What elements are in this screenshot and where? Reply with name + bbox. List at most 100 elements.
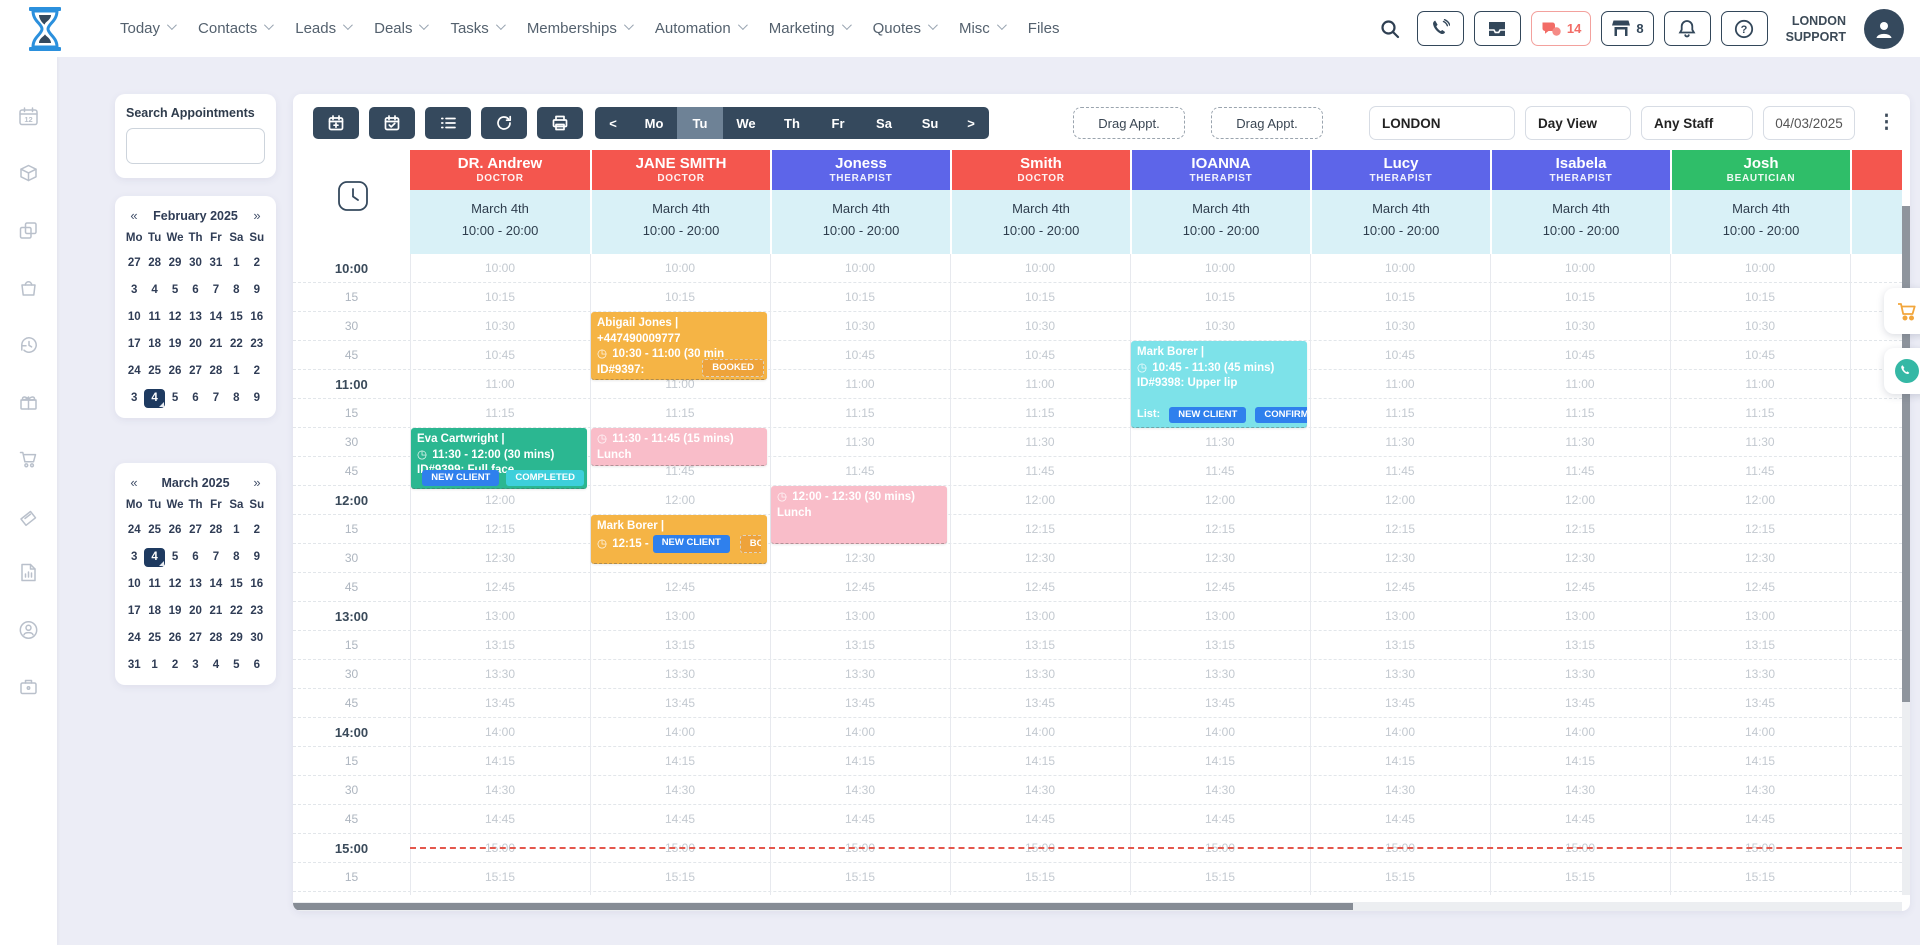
cell-time-label[interactable]: 14:45 (590, 805, 770, 834)
date-cell[interactable]: 15 (226, 575, 246, 594)
date-cell[interactable]: 26 (165, 629, 185, 648)
cell-time-label[interactable]: 10:00 (770, 254, 950, 283)
cell-time-label[interactable]: 15:15 (1310, 863, 1490, 892)
prev-month-button[interactable]: « (124, 208, 144, 223)
cell-time-label[interactable]: 13:00 (1490, 602, 1670, 631)
date-cell[interactable]: 31 (124, 656, 144, 675)
date-cell[interactable]: 6 (185, 548, 205, 567)
staff-hours-label[interactable]: 10:00 - 20:00 (1492, 223, 1670, 238)
cell-time-label[interactable]: 10:30 (1130, 312, 1310, 341)
cell-time-label[interactable]: 11:30 (1130, 428, 1310, 457)
cell-time-label[interactable]: 14:15 (1310, 747, 1490, 776)
cell-time-label[interactable]: 14:00 (1130, 718, 1310, 747)
date-cell[interactable]: 6 (185, 281, 205, 300)
date-cell[interactable]: 21 (206, 602, 226, 621)
cell-time-label[interactable]: 13:30 (1130, 660, 1310, 689)
cell-time-label[interactable]: 10:00 (590, 254, 770, 283)
cell-time-label[interactable]: 10:45 (410, 341, 590, 370)
badge-booked[interactable]: BOOKED (702, 359, 764, 377)
cell-time-label[interactable]: 13:00 (1130, 602, 1310, 631)
cell-time-label[interactable]: 12:30 (1310, 544, 1490, 573)
cell-time-label[interactable]: 12:45 (1490, 573, 1670, 602)
cell-time-label[interactable]: 11:45 (1130, 457, 1310, 486)
staff-hours-label[interactable]: 10:00 - 20:00 (410, 223, 590, 238)
prev-month-button[interactable]: « (124, 475, 144, 490)
day-tab-sa[interactable]: Sa (861, 107, 907, 139)
selected-date-cell[interactable]: 4 (144, 389, 164, 408)
date-cell[interactable]: 2 (247, 254, 267, 273)
date-cell[interactable]: 1 (226, 362, 246, 381)
cell-time-label[interactable]: 10:45 (770, 341, 950, 370)
cell-time-label[interactable]: 14:30 (590, 776, 770, 805)
view-select[interactable]: Day View (1525, 106, 1631, 140)
cell-time-label[interactable]: 13:15 (590, 631, 770, 660)
date-cell[interactable]: 6 (247, 656, 267, 675)
menu-item-leads[interactable]: Leads (295, 20, 350, 37)
help-button[interactable]: ? (1721, 11, 1768, 46)
cell-time-label[interactable]: 13:00 (590, 602, 770, 631)
cell-time-label[interactable]: 12:15 (1670, 515, 1850, 544)
date-cell[interactable]: 24 (124, 362, 144, 381)
date-cell[interactable]: 3 (124, 281, 144, 300)
cell-time-label[interactable]: 12:00 (950, 486, 1130, 515)
staff-header-ioanna[interactable]: IOANNATHERAPIST (1130, 150, 1310, 190)
cell-time-label[interactable]: 13:00 (410, 602, 590, 631)
cell-time-label[interactable]: 14:00 (1490, 718, 1670, 747)
cell-time-label[interactable]: 13:15 (410, 631, 590, 660)
cell-time-label[interactable]: 14:30 (1130, 776, 1310, 805)
date-cell[interactable]: 4 (206, 656, 226, 675)
quick-cart-button[interactable] (1884, 288, 1920, 334)
cell-time-label[interactable]: 12:30 (410, 544, 590, 573)
search-icon[interactable] (1379, 18, 1401, 40)
appointment-block[interactable]: Mark Borer |◷ 10:45 - 11:30 (45 mins)ID#… (1131, 341, 1307, 428)
date-cell[interactable]: 5 (226, 656, 246, 675)
toolbar-print-button[interactable] (537, 107, 583, 139)
date-cell[interactable]: 28 (206, 362, 226, 381)
appointment-block[interactable]: ◷ 11:30 - 11:45 (15 mins)Lunch (591, 428, 767, 466)
cell-time-label[interactable]: 12:45 (410, 573, 590, 602)
date-cell[interactable]: 3 (124, 389, 144, 408)
cell-time-label[interactable]: 12:00 (1490, 486, 1670, 515)
date-cell[interactable]: 1 (144, 656, 164, 675)
next-day-button[interactable]: > (953, 107, 989, 139)
cell-time-label[interactable]: 14:15 (1130, 747, 1310, 776)
cell-time-label[interactable]: 13:45 (1310, 689, 1490, 718)
cell-time-label[interactable]: 10:45 (1490, 341, 1670, 370)
sidebar-calendar-date-icon[interactable]: 12 (17, 105, 40, 128)
cell-time-label[interactable]: 11:00 (1310, 370, 1490, 399)
cell-time-label[interactable]: 10:15 (410, 283, 590, 312)
cell-time-label[interactable]: 10:45 (1310, 341, 1490, 370)
cell-time-label[interactable]: 15:15 (590, 863, 770, 892)
date-cell[interactable]: 25 (144, 521, 164, 540)
cell-time-label[interactable]: 10:15 (590, 283, 770, 312)
cell-time-label[interactable]: 13:15 (950, 631, 1130, 660)
search-appointments-input[interactable] (126, 128, 265, 164)
cell-time-label[interactable]: 14:45 (1490, 805, 1670, 834)
cell-time-label[interactable]: 13:00 (950, 602, 1130, 631)
date-cell[interactable]: 26 (165, 362, 185, 381)
cell-time-label[interactable]: 12:00 (590, 486, 770, 515)
cell-time-label[interactable]: 10:45 (1670, 341, 1850, 370)
cell-time-label[interactable]: 11:00 (950, 370, 1130, 399)
staff-header-isabela[interactable]: IsabelaTHERAPIST (1490, 150, 1670, 190)
menu-item-today[interactable]: Today (120, 20, 174, 37)
cell-time-label[interactable]: 12:30 (770, 544, 950, 573)
cell-time-label[interactable]: 14:30 (1670, 776, 1850, 805)
cell-time-label[interactable]: 10:00 (1670, 254, 1850, 283)
cell-time-label[interactable]: 11:45 (1670, 457, 1850, 486)
cell-time-label[interactable]: 13:45 (1670, 689, 1850, 718)
cell-time-label[interactable]: 14:00 (770, 718, 950, 747)
date-cell[interactable]: 5 (165, 389, 185, 408)
selected-date-cell[interactable]: 4 (144, 548, 164, 567)
cell-time-label[interactable]: 13:30 (410, 660, 590, 689)
cell-time-label[interactable]: 11:45 (770, 457, 950, 486)
menu-item-marketing[interactable]: Marketing (769, 20, 849, 37)
cell-time-label[interactable]: 11:00 (1490, 370, 1670, 399)
date-cell[interactable]: 27 (185, 362, 205, 381)
badge-new-client[interactable]: NEW CLIENT (653, 535, 730, 553)
date-cell[interactable]: 1 (226, 254, 246, 273)
date-cell[interactable]: 24 (124, 521, 144, 540)
badge-new-client[interactable]: NEW CLIENT (1169, 407, 1246, 423)
sidebar-report-icon[interactable] (17, 561, 40, 584)
date-input[interactable]: 04/03/2025 (1763, 106, 1855, 140)
